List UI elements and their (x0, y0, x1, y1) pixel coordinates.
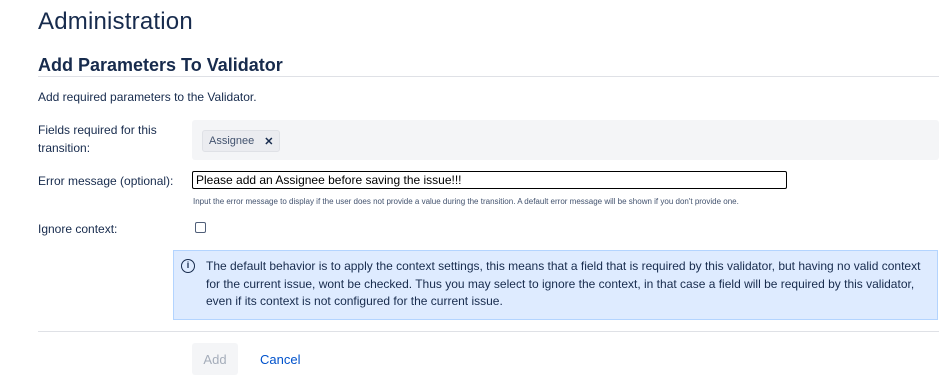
info-message: i The default behavior is to apply the c… (173, 250, 938, 320)
ignore-context-checkbox[interactable] (195, 222, 206, 233)
cancel-button[interactable]: Cancel (250, 343, 310, 375)
info-icon: i (181, 259, 195, 273)
field-chip-label: Assignee (209, 135, 255, 147)
page-title: Administration (38, 8, 193, 35)
close-icon[interactable]: ✕ (264, 135, 273, 148)
error-message-input[interactable] (192, 171, 787, 189)
fields-required-label: Fields required for this transition: (38, 123, 157, 155)
error-message-label: Error message (optional): (38, 174, 174, 188)
field-chip: Assignee ✕ (202, 130, 281, 152)
info-text: The default behavior is to apply the con… (206, 259, 921, 308)
error-message-help: Input the error message to display if th… (193, 197, 739, 206)
section-title: Add Parameters To Validator (38, 55, 283, 75)
page-description: Add required parameters to the Validator… (38, 90, 257, 104)
footer-divider (38, 331, 939, 332)
fields-multiselect[interactable]: Assignee ✕ (192, 120, 939, 160)
add-button[interactable]: Add (192, 343, 238, 375)
ignore-context-label: Ignore context: (38, 222, 118, 236)
section-divider (38, 76, 939, 77)
